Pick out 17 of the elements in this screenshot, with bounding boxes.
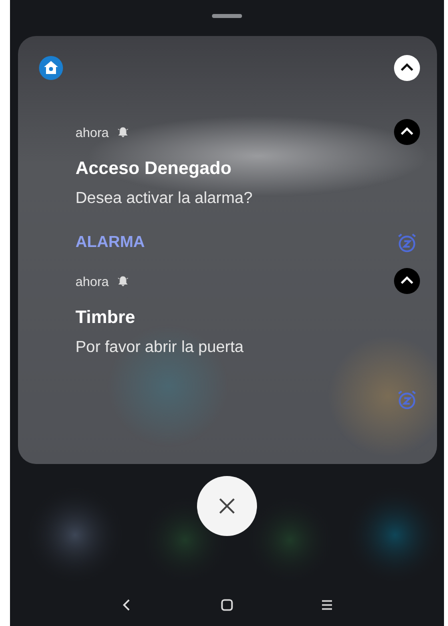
notification-title: Acceso Denegado xyxy=(76,158,233,179)
notification-text: Desea activar la alarma? xyxy=(76,190,254,208)
collapse-button[interactable] xyxy=(394,268,420,294)
bell-icon xyxy=(116,126,129,138)
collapse-button[interactable] xyxy=(394,55,420,81)
alarm-action-button[interactable]: ALARMA xyxy=(76,234,145,252)
menu-icon[interactable] xyxy=(320,598,334,612)
notification-title: Timbre xyxy=(76,307,136,328)
drag-handle[interactable] xyxy=(212,14,242,18)
home-app-icon xyxy=(38,56,62,80)
close-icon xyxy=(217,496,237,516)
bell-icon xyxy=(116,275,129,287)
collapse-button[interactable] xyxy=(394,119,420,145)
timestamp: ahora xyxy=(76,124,109,140)
notification-text: Por favor abrir la puerta xyxy=(76,339,245,357)
timestamp: ahora xyxy=(76,274,109,288)
home-icon[interactable] xyxy=(220,598,234,612)
